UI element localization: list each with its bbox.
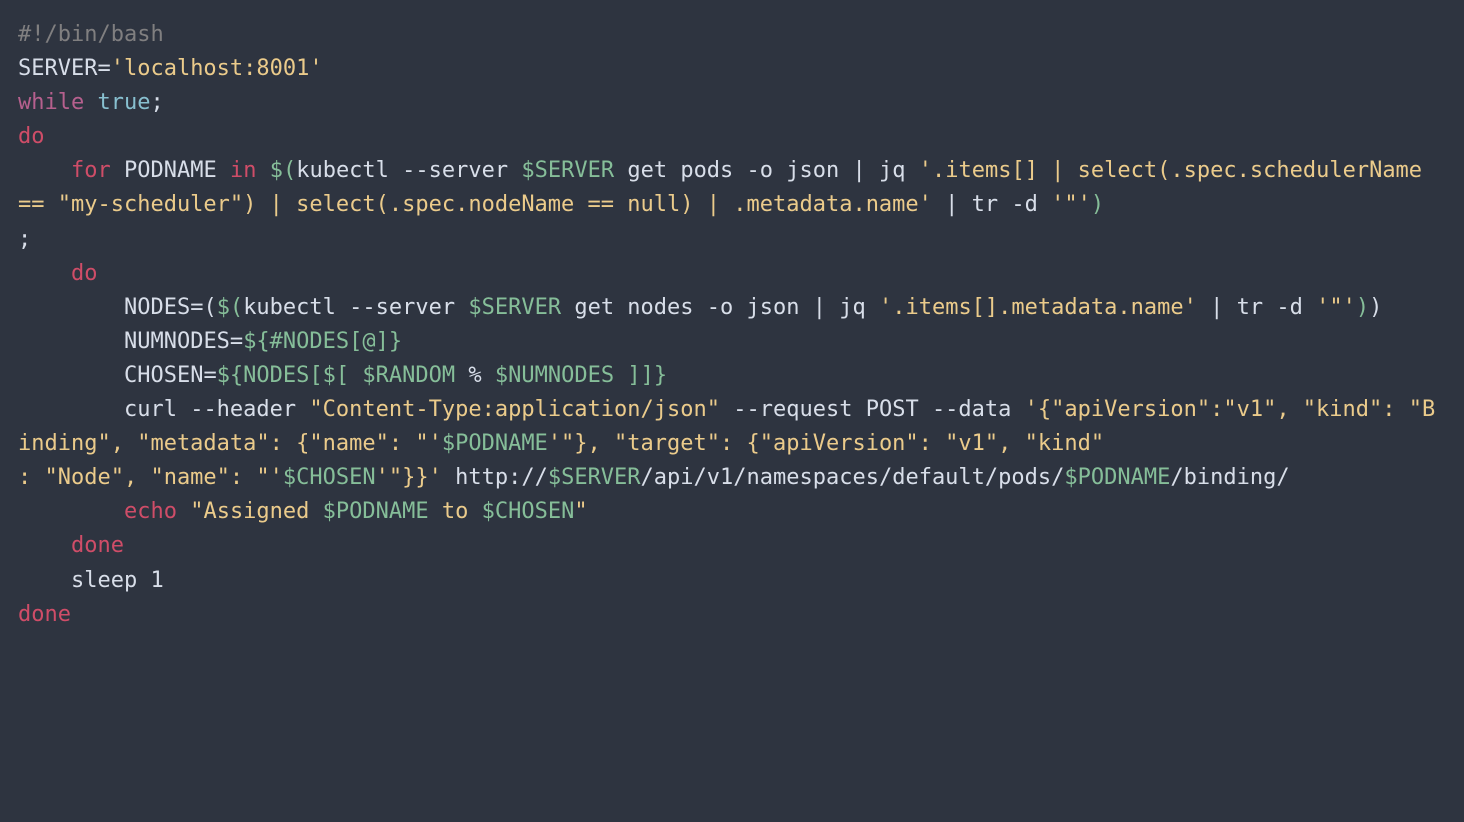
code-token: ${NODES[$[ [217,363,349,388]
code-token: to [429,499,482,524]
code-token: $SERVER [468,295,561,320]
code-token: in [230,158,257,183]
code-token: $SERVER [521,158,614,183]
code-token: ; [18,227,31,252]
code-token: /api/v1/namespaces/default/pods/ [641,465,1065,490]
code-token [614,363,627,388]
code-token: $( [270,158,297,183]
code-token: done [18,602,71,627]
code-token: $PODNAME [323,499,429,524]
code-block: #!/bin/bash SERVER='localhost:8001' whil… [18,18,1446,632]
code-token: kubectl --server [243,295,468,320]
code-token: curl --header [18,397,309,422]
code-token: get pods -o json | jq [614,158,919,183]
code-token: % [455,363,495,388]
code-token: kubectl --server [296,158,521,183]
code-token: " [574,499,587,524]
code-token: NODES=( [18,295,217,320]
code-token: /binding/ [1170,465,1289,490]
code-token [84,90,97,115]
code-token: '"' [1051,192,1091,217]
code-token: done [71,533,124,558]
code-token [18,533,71,558]
code-token: true [97,90,150,115]
code-token: $RANDOM [362,363,455,388]
code-token: sleep 1 [18,568,164,593]
code-token: | tr -d [1197,295,1316,320]
code-token: do [18,124,45,149]
code-token [18,158,71,183]
code-token [18,499,124,524]
code-token: ) [1369,295,1382,320]
code-token: '"}, "target": {"apiVersion": "v1", "kin… [548,431,1104,456]
code-token: | tr -d [932,192,1051,217]
code-token: while [18,90,84,115]
code-token: http:// [442,465,548,490]
code-token: echo [124,499,177,524]
code-token: SERVER= [18,56,111,81]
code-token: : "Node", "name": "' [18,465,283,490]
code-token: NUMNODES= [18,329,243,354]
code-token: ]]} [627,363,667,388]
code-token: get nodes -o json | jq [561,295,879,320]
code-token: $SERVER [548,465,641,490]
code-token: ) [1356,295,1369,320]
code-token [177,499,190,524]
code-token: '.items[].metadata.name' [879,295,1197,320]
code-token: '"}}' [376,465,442,490]
code-token: $CHOSEN [283,465,376,490]
code-token: $PODNAME [442,431,548,456]
code-token [256,158,269,183]
code-token: ; [150,90,163,115]
code-token: #!/bin/bash [18,22,164,47]
code-token: --request POST --data [720,397,1025,422]
code-token [18,261,71,286]
code-token: 'localhost:8001' [111,56,323,81]
code-token: CHOSEN= [18,363,217,388]
code-token: ${#NODES[@]} [243,329,402,354]
code-token: $NUMNODES [495,363,614,388]
code-token: for [71,158,111,183]
code-token: PODNAME [111,158,230,183]
code-token: $( [217,295,244,320]
code-token: do [71,261,98,286]
code-token: "Assigned [190,499,322,524]
code-token: "Content-Type:application/json" [309,397,720,422]
code-token: '"' [1316,295,1356,320]
code-token: $PODNAME [1064,465,1170,490]
code-token: $CHOSEN [482,499,575,524]
code-token: ) [1091,192,1104,217]
code-token [349,363,362,388]
